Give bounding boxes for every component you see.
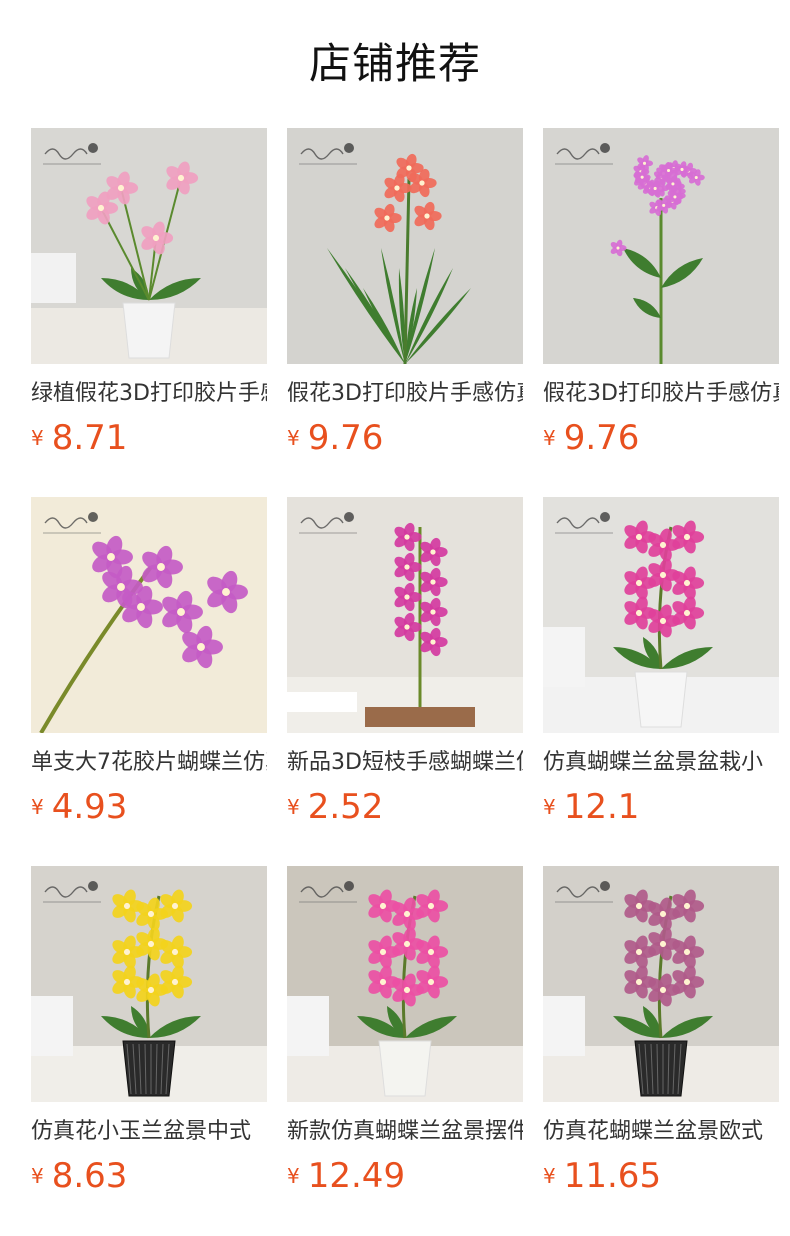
- product-title[interactable]: 单支大7花胶片蝴蝶兰仿真: [31, 747, 267, 779]
- product-photo: [31, 497, 267, 733]
- price-amount: 11.65: [563, 1156, 662, 1196]
- currency-symbol: ¥: [543, 795, 556, 819]
- product-card[interactable]: 新款仿真蝴蝶兰盆景摆件 ¥12.49: [287, 866, 523, 1206]
- product-card[interactable]: 新品3D短枝手感蝴蝶兰仿真 ¥2.52: [287, 497, 523, 837]
- price-amount: 9.76: [563, 418, 640, 458]
- product-photo: [543, 497, 779, 733]
- currency-symbol: ¥: [287, 1164, 300, 1188]
- product-title[interactable]: 仿真花蝴蝶兰盆景欧式: [543, 1116, 779, 1148]
- price-amount: 12.49: [307, 1156, 406, 1196]
- product-title[interactable]: 新品3D短枝手感蝴蝶兰仿真: [287, 747, 523, 779]
- product-price: ¥9.76: [543, 416, 639, 460]
- product-price: ¥2.52: [287, 785, 383, 829]
- currency-symbol: ¥: [287, 795, 300, 819]
- product-title[interactable]: 仿真花小玉兰盆景中式: [31, 1116, 267, 1148]
- product-card[interactable]: 单支大7花胶片蝴蝶兰仿真 ¥4.93: [31, 497, 267, 837]
- product-photo: [287, 497, 523, 733]
- product-price: ¥11.65: [543, 1154, 661, 1198]
- product-image[interactable]: [543, 497, 779, 733]
- product-image[interactable]: [287, 866, 523, 1102]
- product-price: ¥9.76: [287, 416, 383, 460]
- currency-symbol: ¥: [287, 426, 300, 450]
- product-image[interactable]: [31, 497, 267, 733]
- product-photo: [287, 866, 523, 1102]
- product-price: ¥4.93: [31, 785, 127, 829]
- product-title[interactable]: 假花3D打印胶片手感仿真: [287, 378, 523, 410]
- product-price: ¥12.1: [543, 785, 639, 829]
- product-card[interactable]: 绿植假花3D打印胶片手感 ¥8.71: [31, 128, 267, 468]
- product-image[interactable]: [543, 128, 779, 364]
- product-image[interactable]: [287, 497, 523, 733]
- product-image[interactable]: [287, 128, 523, 364]
- currency-symbol: ¥: [543, 426, 556, 450]
- product-photo: [31, 128, 267, 364]
- currency-symbol: ¥: [31, 1164, 44, 1188]
- product-card[interactable]: 仿真花小玉兰盆景中式 ¥8.63: [31, 866, 267, 1206]
- product-card[interactable]: 仿真花蝴蝶兰盆景欧式 ¥11.65: [543, 866, 779, 1206]
- currency-symbol: ¥: [31, 795, 44, 819]
- product-price: ¥8.63: [31, 1154, 127, 1198]
- section-title: 店铺推荐: [308, 39, 481, 88]
- product-image[interactable]: [31, 866, 267, 1102]
- product-title[interactable]: 绿植假花3D打印胶片手感: [31, 378, 267, 410]
- price-amount: 2.52: [307, 787, 384, 827]
- product-title[interactable]: 假花3D打印胶片手感仿真: [543, 378, 779, 410]
- product-title[interactable]: 新款仿真蝴蝶兰盆景摆件: [287, 1116, 523, 1148]
- product-image[interactable]: [543, 866, 779, 1102]
- product-card[interactable]: 仿真蝴蝶兰盆景盆栽小 ¥12.1: [543, 497, 779, 837]
- product-photo: [543, 128, 779, 364]
- product-photo: [31, 866, 267, 1102]
- price-amount: 9.76: [307, 418, 384, 458]
- product-card[interactable]: 假花3D打印胶片手感仿真 ¥9.76: [543, 128, 779, 468]
- price-amount: 8.63: [51, 1156, 128, 1196]
- product-price: ¥12.49: [287, 1154, 405, 1198]
- price-amount: 12.1: [563, 787, 640, 827]
- product-price: ¥8.71: [31, 416, 127, 460]
- currency-symbol: ¥: [543, 1164, 556, 1188]
- product-card[interactable]: 假花3D打印胶片手感仿真 ¥9.76: [287, 128, 523, 468]
- price-amount: 8.71: [51, 418, 128, 458]
- product-image[interactable]: [31, 128, 267, 364]
- product-photo: [543, 866, 779, 1102]
- product-photo: [287, 128, 523, 364]
- product-title[interactable]: 仿真蝴蝶兰盆景盆栽小: [543, 747, 779, 779]
- currency-symbol: ¥: [31, 426, 44, 450]
- price-amount: 4.93: [51, 787, 128, 827]
